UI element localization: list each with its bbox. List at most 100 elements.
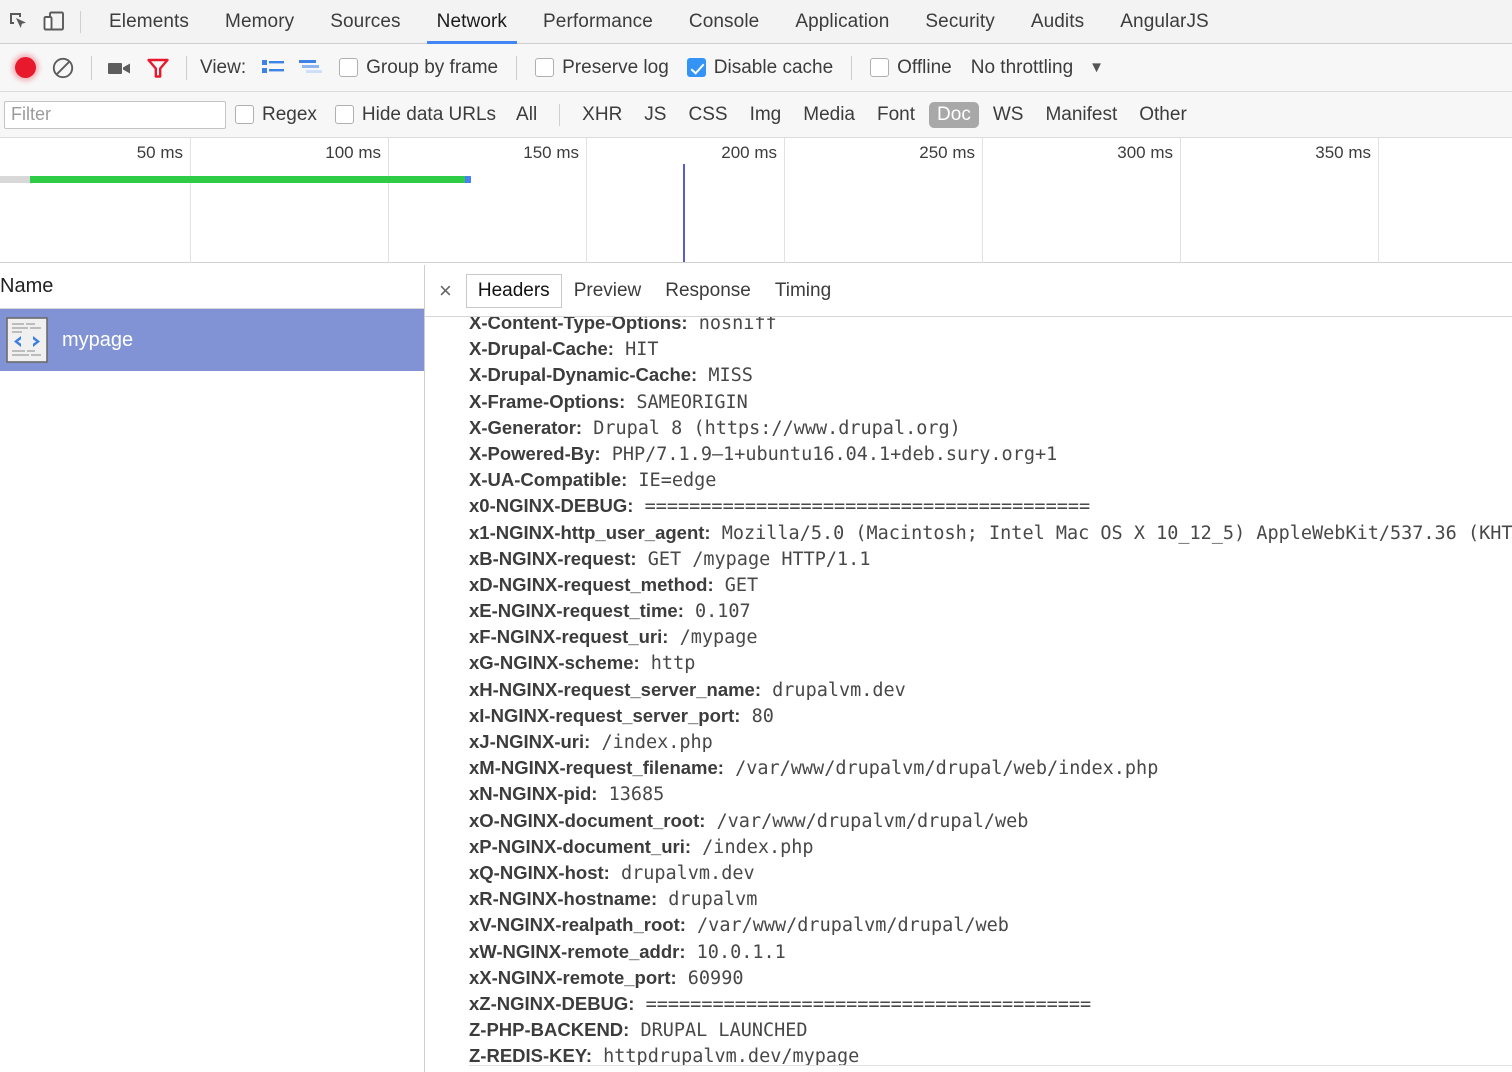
camera-icon [108,62,130,74]
filter-input[interactable] [4,100,226,129]
detail-bottom-divider [469,1065,1512,1066]
waterfall-band-1 [0,176,1512,183]
detail-tabbar: × Headers Preview Response Timing [425,265,1512,317]
header-row[interactable]: X-Drupal-Cache: HIT [469,336,1512,362]
header-row[interactable]: xF-NGINX-request_uri: /mypage [469,624,1512,650]
inspect-element-icon[interactable] [0,0,36,44]
capture-screenshots-button[interactable] [101,49,139,87]
header-row[interactable]: xQ-NGINX-host: drupalvm.dev [469,860,1512,886]
header-row[interactable]: xZ-NGINX-DEBUG: ========================… [469,991,1512,1017]
network-split: Name mypage × Headers Preview Response T… [0,265,1512,1072]
header-row[interactable]: Z-PHP-BACKEND: DRUPAL LAUNCHED [469,1017,1512,1043]
tab-response[interactable]: Response [653,274,763,308]
group-by-frame-checkbox[interactable]: Group by frame [339,57,498,79]
filter-type-other[interactable]: Other [1131,102,1195,128]
header-row[interactable]: X-Frame-Options: SAMEORIGIN [469,389,1512,415]
header-row[interactable]: xE-NGINX-request_time: 0.107 [469,598,1512,624]
header-row[interactable]: xO-NGINX-document_root: /var/www/drupalv… [469,808,1512,834]
tab-performance[interactable]: Performance [525,0,671,44]
chevron-down-icon[interactable]: ▼ [1089,59,1104,76]
header-row[interactable]: x1-NGINX-http_user_agent: Mozilla/5.0 (M… [469,520,1512,546]
overview-tick-300ms: 300 ms [1117,143,1173,162]
list-view-icon[interactable] [254,49,292,87]
group-by-frame-box [339,58,359,77]
header-row[interactable]: xG-NGINX-scheme: http [469,650,1512,676]
device-toolbar-icon[interactable] [36,0,72,44]
devtools-window: Elements Memory Sources Network Performa… [0,0,1512,1072]
preserve-log-checkbox[interactable]: Preserve log [535,57,669,79]
toolbar-divider-3 [516,55,518,80]
close-icon[interactable]: × [435,279,466,302]
filter-button[interactable] [139,49,177,87]
tab-headers[interactable]: Headers [465,273,562,308]
hide-data-urls-checkbox[interactable]: Hide data URLs [334,103,497,126]
filter-type-doc[interactable]: Doc [929,101,979,128]
filter-type-font[interactable]: Font [869,102,923,128]
tab-preview[interactable]: Preview [562,274,654,308]
record-button[interactable] [6,49,44,87]
header-row[interactable]: xM-NGINX-request_filename: /var/www/drup… [469,755,1512,781]
filter-type-js[interactable]: JS [636,102,674,128]
header-row[interactable]: xJ-NGINX-uri: /index.php [469,729,1512,755]
header-row[interactable]: xH-NGINX-request_server_name: drupalvm.d… [469,677,1512,703]
preserve-log-box [535,58,555,77]
waterfall-view-icon[interactable] [292,49,330,87]
offline-box [870,58,890,77]
throttling-select[interactable]: No throttling [971,57,1073,79]
header-row[interactable]: xN-NGINX-pid: 13685 [469,781,1512,807]
header-row[interactable]: xD-NGINX-request_method: GET [469,572,1512,598]
dom-content-loaded-marker [683,164,685,262]
clear-icon [52,57,74,78]
header-row[interactable]: xW-NGINX-remote_addr: 10.0.1.1 [469,939,1512,965]
disable-cache-checkbox[interactable]: Disable cache [686,57,833,79]
clear-button[interactable] [44,49,82,87]
devtools-tabbar: Elements Memory Sources Network Performa… [0,0,1512,44]
filter-type-media[interactable]: Media [795,102,863,128]
overview-tick-350ms: 350 ms [1315,143,1371,162]
header-row[interactable]: xB-NGINX-request: GET /mypage HTTP/1.1 [469,546,1512,572]
offline-checkbox[interactable]: Offline [870,57,952,79]
filter-type-img[interactable]: Img [742,102,790,128]
tab-network[interactable]: Network [419,0,525,44]
response-headers-list[interactable]: X-Content-Type-Options: nosniff X-Drupal… [425,311,1512,1072]
header-row[interactable]: x0-NGINX-DEBUG: ========================… [469,493,1512,519]
filter-type-css[interactable]: CSS [680,102,735,128]
header-row[interactable]: X-UA-Compatible: IE=edge [469,467,1512,493]
network-filterbar: Regex Hide data URLs All XHR JS CSS Img … [0,92,1512,138]
header-row[interactable]: xI-NGINX-request_server_port: 80 [469,703,1512,729]
regex-checkbox[interactable]: Regex [235,104,317,126]
overview-tick-100ms: 100 ms [325,143,381,162]
toolbar-divider-1 [91,55,92,80]
overview-tick-50ms: 50 ms [136,143,183,162]
header-row[interactable]: xX-NGINX-remote_port: 60990 [469,965,1512,991]
filterbar-divider [559,103,561,126]
tab-elements[interactable]: Elements [91,0,207,44]
tab-timing[interactable]: Timing [763,274,843,308]
tab-security[interactable]: Security [907,0,1012,44]
tab-audits[interactable]: Audits [1013,0,1102,44]
hide-data-urls-box [334,105,354,124]
header-row[interactable]: xP-NGINX-document_uri: /index.php [469,834,1512,860]
network-overview[interactable]: 50 ms 100 ms 150 ms 200 ms 250 ms 300 ms… [0,138,1512,344]
list-item-label: mypage [62,328,134,351]
devtools-tab-list: Elements Memory Sources Network Performa… [91,0,1227,44]
tab-sources[interactable]: Sources [312,0,418,44]
header-row[interactable]: X-Generator: Drupal 8 (https://www.drupa… [469,415,1512,441]
table-row[interactable]: mypage [0,309,424,371]
hide-data-urls-label: Hide data URLs [361,103,497,125]
header-row[interactable]: xV-NGINX-realpath_root: /var/www/drupalv… [469,912,1512,938]
filter-type-ws[interactable]: WS [985,102,1032,128]
overview-ruler: 50 ms 100 ms 150 ms 200 ms 250 ms 300 ms… [0,138,1512,263]
header-row[interactable]: xR-NGINX-hostname: drupalvm [469,886,1512,912]
column-header-name[interactable]: Name [0,275,53,298]
tab-console[interactable]: Console [671,0,777,44]
tab-memory[interactable]: Memory [207,0,312,44]
filter-type-all[interactable]: All [508,102,545,128]
filter-type-manifest[interactable]: Manifest [1037,102,1125,128]
filter-type-xhr[interactable]: XHR [574,102,630,128]
tab-angularjs[interactable]: AngularJS [1102,0,1227,44]
tab-application[interactable]: Application [777,0,907,44]
header-row[interactable]: X-Powered-By: PHP/7.1.9–1+ubuntu16.04.1+… [469,441,1512,467]
overview-tick-250ms: 250 ms [919,143,975,162]
header-row[interactable]: X-Drupal-Dynamic-Cache: MISS [469,362,1512,388]
